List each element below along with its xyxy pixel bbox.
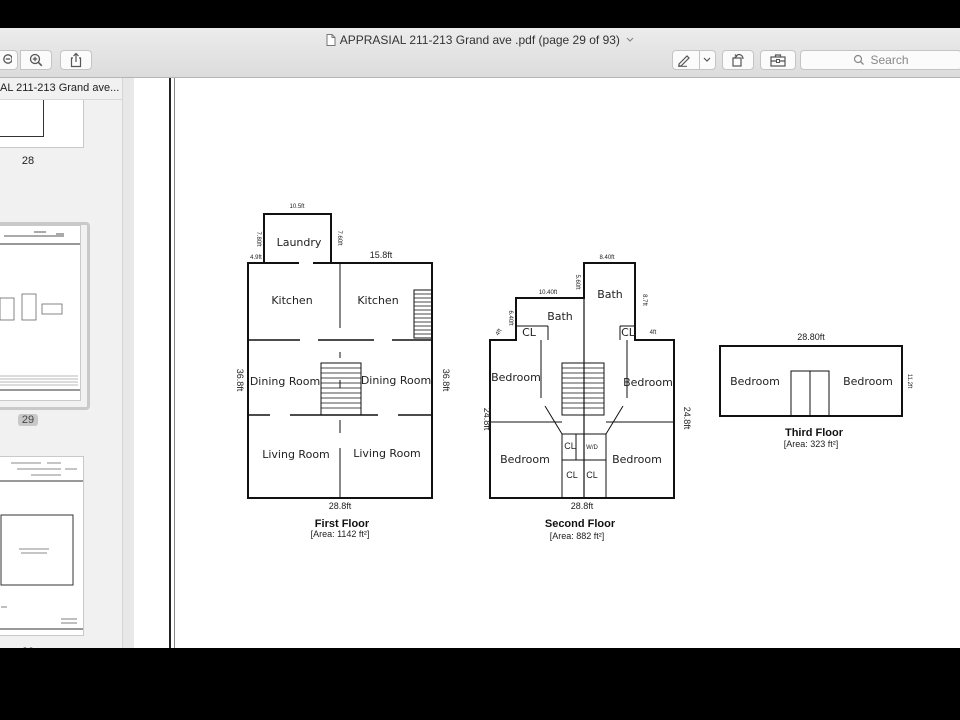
room-label: Bedroom (612, 453, 662, 466)
first-floor-labels: Laundry Kitchen Kitchen Dining Room Dini… (235, 204, 451, 539)
floor-area: [Area: 323 ft²] (784, 439, 839, 449)
floorplan-drawing: Laundry Kitchen Kitchen Dining Room Dini… (235, 204, 912, 541)
dimension-label: 8.40ft (599, 255, 614, 261)
room-label: CL (586, 470, 598, 480)
room-label: Kitchen (271, 294, 312, 307)
dimension-label: 4ft (495, 328, 504, 337)
dimension-label: 4ft (650, 330, 657, 336)
dimension-label: 10.40ft (539, 290, 558, 296)
dimension-label: 36.8ft (441, 369, 451, 392)
room-label: Dining Room (250, 375, 320, 388)
dimension-label: 10.5ft (289, 204, 304, 210)
dimension-label: 24.8ft (482, 408, 492, 431)
room-label: Kitchen (357, 294, 398, 307)
room-label: Bedroom (500, 453, 550, 466)
preview-window: APPRASIAL 211-213 Grand ave .pdf (page 2… (0, 28, 960, 648)
room-label: CL (566, 470, 578, 480)
room-label: CL (621, 326, 636, 339)
room-label: CL (564, 441, 576, 451)
floor-area: [Area: 1142 ft²] (311, 529, 370, 539)
dimension-label: 4.9ft (250, 255, 262, 261)
room-label: CL (522, 326, 537, 339)
room-label: W/D (586, 445, 598, 451)
dimension-label: 11.2ft (906, 374, 912, 389)
room-label: Laundry (277, 236, 322, 249)
floor-area: [Area: 882 ft²] (550, 531, 605, 541)
third-floor-labels: Bedroom Bedroom 28.80ft 11.2ft Third Flo… (730, 332, 912, 449)
room-label: Living Room (262, 448, 330, 461)
room-label: Living Room (353, 447, 421, 460)
room-label: Dining Room (361, 374, 431, 387)
dimension-label: 28.8ft (571, 501, 594, 511)
dimension-label: 6.40ft (507, 310, 513, 325)
dimension-label: 24.8ft (682, 407, 692, 430)
room-label: Bath (597, 288, 623, 301)
floor-caption: Third Floor (785, 427, 844, 439)
room-label: Bedroom (491, 371, 541, 384)
dimension-label: 8.7ft (641, 294, 647, 306)
dimension-label: 36.8ft (235, 369, 245, 392)
room-label: Bedroom (623, 376, 673, 389)
floor-caption: Second Floor (545, 518, 616, 530)
dimension-label: 7.80ft (255, 231, 261, 246)
dimension-label: 5.60ft (574, 274, 580, 289)
room-label: Bedroom (843, 375, 893, 388)
room-label: Bedroom (730, 375, 780, 388)
dimension-label: 28.8ft (329, 501, 352, 511)
dimension-label: 15.8ft (370, 250, 393, 260)
dimension-label: 7.60ft (336, 230, 342, 245)
dimension-label: 28.80ft (797, 332, 825, 342)
room-label: Bath (547, 310, 573, 323)
